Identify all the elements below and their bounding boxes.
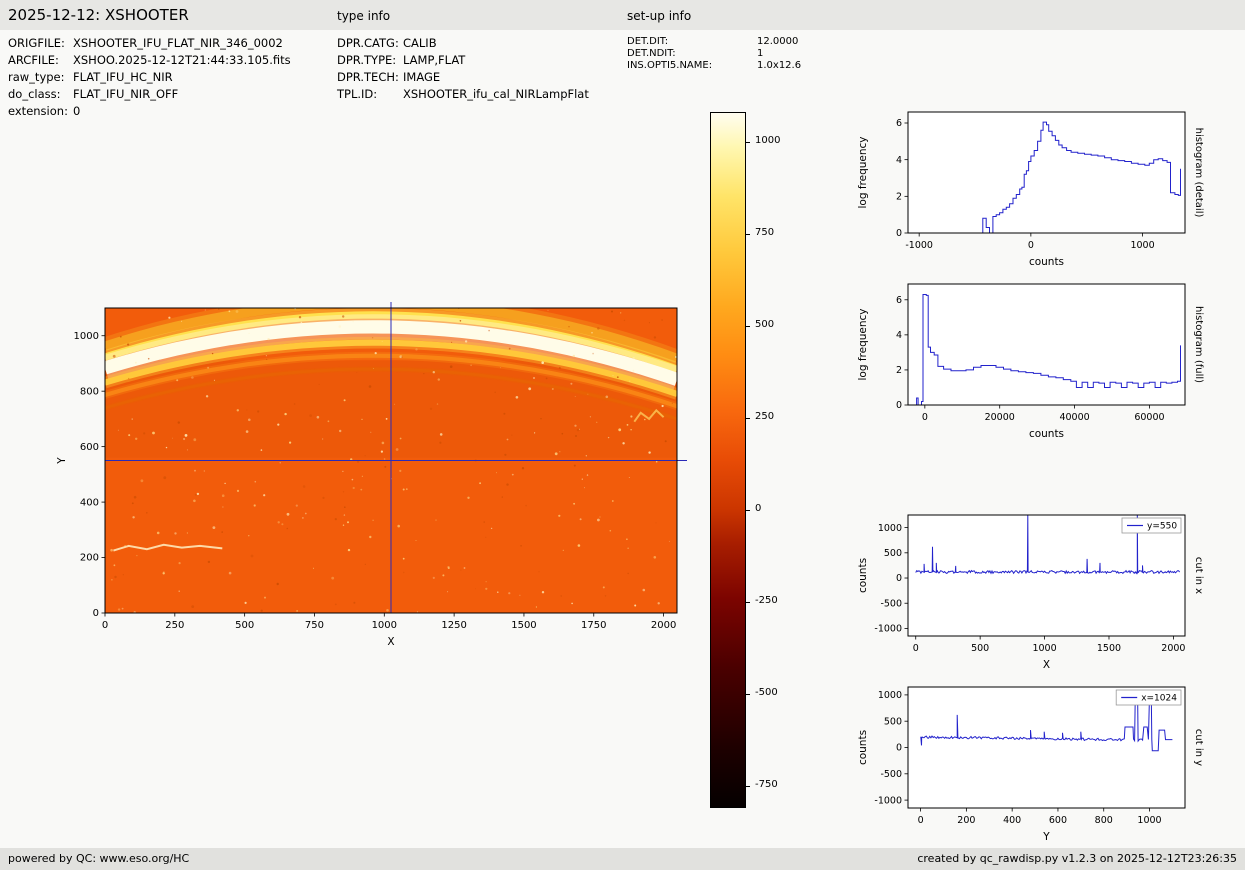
colorbar-tick-label: -750: [755, 779, 778, 790]
y-tick-label: 2: [896, 365, 902, 376]
right-axis-label: cut in x: [1193, 557, 1204, 594]
right-axis-label: histogram (detail): [1193, 128, 1204, 218]
x-tick-label: 0: [1028, 240, 1034, 251]
cut_in_x-chart: 0 500 1000 1500 2000 -1000 -500 0 500 1000 Xcounts…: [856, 508, 1211, 674]
footer-right-text: created by qc_rawdisp.py v1.2.3 on 2025-…: [917, 852, 1237, 865]
x-tick-label: 1250: [441, 620, 466, 631]
y-tick-label: 1000: [878, 690, 902, 701]
y-axis-label: Y: [56, 457, 68, 465]
x-tick-label: 0: [918, 815, 924, 826]
x-tick-label: 1000: [1032, 643, 1056, 654]
y-tick-label: -500: [880, 598, 902, 609]
y-tick-label: 600: [80, 442, 99, 453]
y-tick-label: 6: [896, 118, 902, 129]
x-tick-label: 20000: [985, 412, 1015, 423]
y-tick-label: 4: [896, 330, 902, 341]
y-axis-label: log frequency: [857, 136, 869, 208]
x-tick-label: 0: [102, 620, 108, 631]
y-tick-label: 200: [80, 553, 99, 564]
y-tick-label: -1000: [874, 624, 902, 635]
colorbar-gradient: [710, 112, 746, 808]
right-axis-label: histogram (full): [1193, 306, 1204, 383]
x-tick-label: 200: [957, 815, 975, 826]
colorbar-tick: [746, 234, 750, 235]
histogram_full-chart: 0 20000 40000 60000 0 2 4 6 counts log frequency h…: [856, 277, 1211, 443]
colorbar-tick: [746, 694, 750, 695]
x-tick-label: 40000: [1059, 412, 1089, 423]
y-tick-label: 0: [896, 400, 902, 411]
qc-report-page: 2025-12-12: XSHOOTER type info set-up in…: [0, 0, 1245, 870]
legend-label: y=550: [1147, 522, 1177, 532]
colorbar-tick-label: 1000: [755, 135, 780, 146]
y-tick-label: 400: [80, 497, 99, 508]
colorbar-tick-label: -250: [755, 595, 778, 606]
x-tick-label: 400: [1003, 815, 1021, 826]
histogram_detail-chart: -1000010000246countslog frequencyhistogr…: [856, 105, 1211, 271]
x-tick-label: 1000: [372, 620, 397, 631]
x-tick-label: 800: [1095, 815, 1113, 826]
x-tick-label: 60000: [1134, 412, 1164, 423]
y-tick-label: 0: [896, 573, 902, 584]
colorbar-tick-label: 0: [755, 503, 761, 514]
x-axis-label: counts: [1029, 256, 1064, 268]
y-axis-label: counts: [857, 558, 869, 593]
y-tick-label: 0: [93, 608, 99, 619]
x-tick-label: 1750: [581, 620, 606, 631]
colorbar-tick: [746, 602, 750, 603]
x-tick-label: 1000: [1137, 815, 1161, 826]
x-tick-label: 2000: [651, 620, 676, 631]
x-tick-label: 2000: [1161, 643, 1185, 654]
x-tick-label: 500: [235, 620, 254, 631]
x-tick-label: 1500: [1097, 643, 1121, 654]
colorbar-tick-label: 500: [755, 319, 774, 330]
colorbar-tick: [746, 510, 750, 511]
colorbar: 10007505002500-250-500-750: [710, 112, 746, 808]
colorbar-tick-label: 750: [755, 227, 774, 238]
y-tick-label: 800: [80, 386, 99, 397]
y-axis-label: log frequency: [857, 308, 869, 380]
colorbar-tick: [746, 326, 750, 327]
y-tick-label: 1000: [74, 331, 99, 342]
y-tick-label: 500: [884, 548, 902, 559]
y-tick-label: 0: [896, 228, 902, 239]
y-tick-label: 2: [896, 192, 902, 203]
y-tick-label: 500: [884, 716, 902, 727]
y-tick-label: -500: [880, 769, 902, 780]
plots-area: 10007505002500-250-500-750 0250500750100…: [0, 0, 1245, 870]
x-tick-label: 1000: [1130, 240, 1154, 251]
x-axis-label: X: [1043, 659, 1050, 671]
x-tick-label: 1500: [511, 620, 536, 631]
y-tick-label: -1000: [874, 795, 902, 806]
x-tick-label: 0: [922, 412, 928, 423]
footer-left-text: powered by QC: www.eso.org/HC: [8, 852, 189, 865]
colorbar-tick: [746, 786, 750, 787]
y-tick-label: 0: [896, 743, 902, 754]
right-axis-label: cut in y: [1193, 729, 1204, 766]
y-tick-label: 4: [896, 155, 902, 166]
x-axis-label: Y: [1042, 831, 1050, 843]
y-tick-label: 6: [896, 295, 902, 306]
x-axis-label: counts: [1029, 428, 1064, 440]
raw_image-chart: 0 250 500 750 1000 1250 1500 1750 2000 0 200 400 600…: [55, 294, 695, 665]
legend-label: x=1024: [1141, 694, 1177, 704]
colorbar-tick: [746, 418, 750, 419]
x-tick-label: 500: [971, 643, 989, 654]
colorbar-tick-label: 250: [755, 411, 774, 422]
plot-background: [908, 112, 1185, 233]
x-tick-label: 250: [165, 620, 184, 631]
colorbar-tick: [746, 142, 750, 143]
colorbar-tick-label: -500: [755, 687, 778, 698]
x-tick-label: 750: [305, 620, 324, 631]
y-tick-label: 1000: [878, 523, 902, 534]
x-tick-label: -1000: [905, 240, 933, 251]
x-tick-label: 0: [913, 643, 919, 654]
x-tick-label: 600: [1049, 815, 1067, 826]
x-axis-label: X: [387, 636, 394, 648]
footer-bar: powered by QC: www.eso.org/HC created by…: [0, 848, 1245, 870]
cut_in_y-chart: 0 200 400 600 800 1000 -1000 -500 0 500 1000 Ycount…: [856, 680, 1211, 846]
y-axis-label: counts: [857, 730, 869, 765]
